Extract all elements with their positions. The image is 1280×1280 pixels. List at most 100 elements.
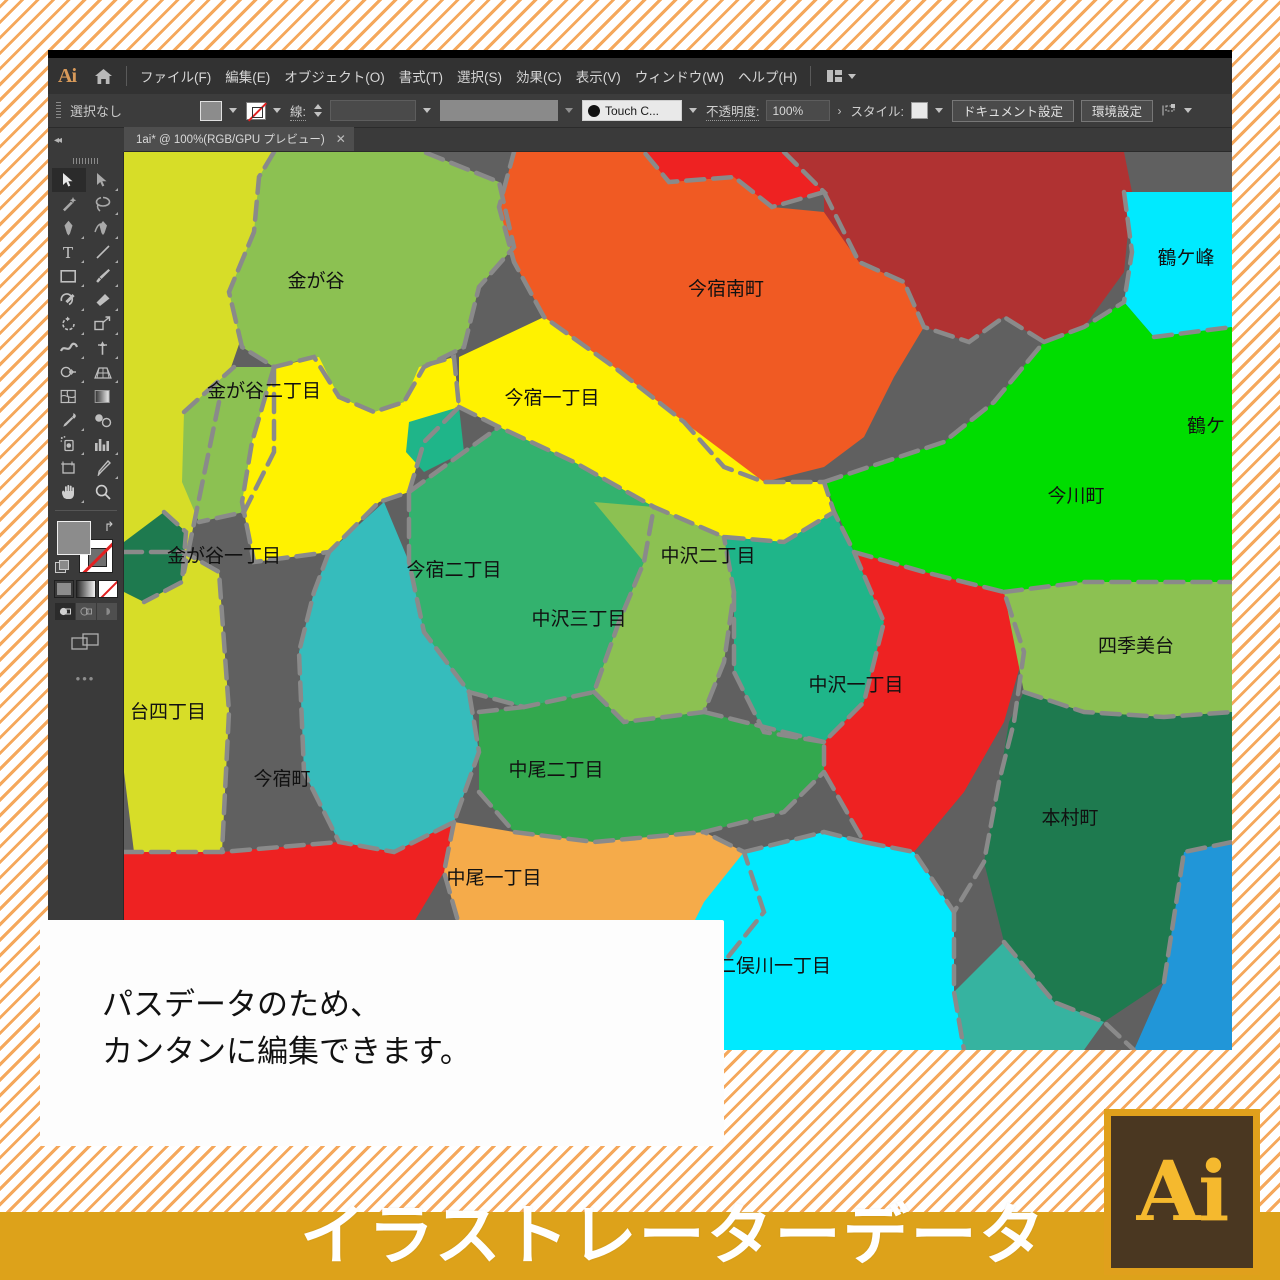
- label-region: 四季美台: [1098, 635, 1174, 657]
- magic-wand-tool[interactable]: [52, 192, 86, 216]
- banner-title: イラストレーターデータ: [300, 1197, 1047, 1274]
- selection-tool[interactable]: [51, 168, 86, 192]
- label-region: 中沢一丁目: [808, 674, 903, 696]
- fill-swatch[interactable]: [56, 521, 91, 555]
- scale-tool[interactable]: [86, 312, 120, 336]
- none-mode-button[interactable]: [97, 580, 118, 598]
- canvas-area[interactable]: 金が谷 金が谷二丁目 今宿一丁目 今宿南町 鶴ケ峰 鶴ケ 今川町 金が谷一丁目 …: [124, 152, 1232, 1050]
- illustrator-badge-inner: Ai: [1111, 1116, 1253, 1268]
- label-region: 中尾二丁目: [508, 759, 603, 781]
- chevron-down-icon[interactable]: [688, 108, 697, 113]
- label-region: 今宿南町: [688, 278, 764, 300]
- graphic-style-swatch[interactable]: [910, 102, 928, 119]
- caption-text: パスデータのため、 カンタンに編集できます。: [102, 987, 471, 1071]
- document-setup-button[interactable]: ドキュメント設定: [951, 99, 1074, 122]
- width-tool[interactable]: [52, 336, 86, 360]
- rectangle-tool[interactable]: [52, 264, 86, 288]
- shape-builder-tool[interactable]: [52, 360, 86, 384]
- menu-select[interactable]: 選択(S): [450, 62, 509, 90]
- fill-swatch-group[interactable]: [200, 100, 237, 121]
- opacity-group[interactable]: 不透明度: 100% ›: [705, 100, 841, 121]
- label-region: 鶴ケ峰: [1157, 247, 1214, 269]
- chevron-down-icon[interactable]: [229, 108, 237, 113]
- draw-mode-row: [54, 603, 117, 620]
- stroke-color-swatch-none[interactable]: [246, 101, 266, 120]
- ward-map[interactable]: 金が谷 金が谷二丁目 今宿一丁目 今宿南町 鶴ケ峰 鶴ケ 今川町 金が谷一丁目 …: [124, 152, 1232, 1050]
- menu-object[interactable]: オブジェクト(O): [277, 62, 392, 90]
- chevron-down-icon[interactable]: [564, 108, 573, 113]
- draw-behind-button[interactable]: [75, 603, 96, 620]
- perspective-grid-tool[interactable]: [86, 360, 120, 384]
- workspace-switcher[interactable]: [827, 70, 857, 82]
- menu-edit[interactable]: 編集(E): [218, 62, 277, 90]
- paintbrush-tool[interactable]: [86, 264, 120, 288]
- blend-tool[interactable]: [86, 408, 120, 432]
- home-icon[interactable]: [86, 68, 120, 85]
- control-bar-grip[interactable]: [56, 101, 61, 120]
- menu-type[interactable]: 書式(T): [392, 62, 450, 90]
- preferences-button[interactable]: 環境設定: [1080, 99, 1153, 122]
- lasso-tool[interactable]: [86, 192, 120, 216]
- shaper-tool[interactable]: [52, 288, 86, 312]
- type-tool[interactable]: T: [52, 240, 86, 264]
- chevron-down-icon[interactable]: [273, 108, 281, 113]
- touch-control-field[interactable]: Touch C...: [581, 100, 682, 121]
- stroke-swatch-group[interactable]: [246, 101, 281, 120]
- draw-normal-button[interactable]: [54, 603, 75, 620]
- menu-effect[interactable]: 効果(C): [509, 62, 569, 90]
- line-segment-tool[interactable]: [86, 240, 120, 264]
- menu-window[interactable]: ウィンドウ(W): [628, 62, 731, 90]
- chevron-down-icon[interactable]: [934, 108, 943, 113]
- align-object-icon: [1162, 103, 1175, 115]
- label-region: 中沢三丁目: [531, 608, 626, 630]
- style-group[interactable]: スタイル:: [850, 101, 943, 120]
- draw-inside-button[interactable]: [96, 603, 117, 620]
- chevron-right-icon[interactable]: ›: [837, 104, 841, 118]
- free-transform-tool[interactable]: [86, 336, 120, 360]
- mesh-tool[interactable]: [52, 384, 86, 408]
- gradient-mode-button[interactable]: [75, 580, 96, 598]
- eyedropper-tool[interactable]: [52, 408, 86, 432]
- solid-color-mode-button[interactable]: [53, 580, 74, 598]
- label-region: 今宿二丁目: [406, 559, 501, 581]
- align-group[interactable]: [1162, 103, 1192, 118]
- pen-tool[interactable]: [52, 216, 86, 240]
- svg-text:T: T: [63, 244, 73, 260]
- change-screen-mode-button[interactable]: [70, 632, 101, 657]
- column-graph-tool[interactable]: [86, 432, 120, 456]
- symbol-sprayer-tool[interactable]: [52, 432, 86, 456]
- edit-toolbar-button[interactable]: •••: [76, 671, 96, 686]
- stroke-weight-group[interactable]: 線:: [290, 100, 431, 121]
- menu-view[interactable]: 表示(V): [569, 62, 628, 90]
- brush-definition-group[interactable]: [439, 100, 573, 121]
- eraser-tool[interactable]: [86, 288, 120, 312]
- double-chevron-left-icon[interactable]: ◂◂: [54, 135, 62, 146]
- slice-tool[interactable]: [86, 456, 120, 480]
- stroke-weight-field[interactable]: [329, 100, 416, 121]
- chevron-down-icon[interactable]: [1183, 108, 1192, 113]
- direct-selection-tool[interactable]: [86, 168, 120, 192]
- brush-definition-field[interactable]: [439, 100, 558, 121]
- chevron-down-icon[interactable]: [422, 108, 431, 113]
- document-tab[interactable]: 1ai* @ 100%(RGB/GPU プレビュー) ✕: [124, 127, 354, 151]
- menu-help[interactable]: ヘルプ(H): [731, 62, 804, 90]
- tool-grid: T: [51, 168, 120, 504]
- touch-control-group[interactable]: Touch C...: [581, 100, 697, 121]
- fill-color-swatch[interactable]: [200, 100, 222, 121]
- stroke-weight-stepper[interactable]: [313, 102, 323, 120]
- opacity-field[interactable]: 100%: [766, 100, 831, 121]
- gradient-tool[interactable]: [86, 384, 120, 408]
- hand-tool[interactable]: [52, 480, 86, 504]
- artboard-tool[interactable]: [52, 456, 86, 480]
- rotate-tool[interactable]: [52, 312, 86, 336]
- swap-fill-stroke-icon[interactable]: ↱: [104, 519, 115, 535]
- menu-file[interactable]: ファイル(F): [133, 62, 218, 90]
- tool-palette: T ↱ •••: [48, 152, 124, 1050]
- curvature-tool[interactable]: [86, 216, 120, 240]
- close-icon[interactable]: ✕: [336, 132, 346, 146]
- default-fill-stroke-icon[interactable]: [54, 560, 69, 573]
- zoom-tool[interactable]: [86, 480, 120, 504]
- label-region: 台四丁目: [130, 701, 206, 723]
- panel-collapse-strip[interactable]: ◂◂: [48, 128, 124, 152]
- tool-palette-grip[interactable]: [72, 158, 99, 164]
